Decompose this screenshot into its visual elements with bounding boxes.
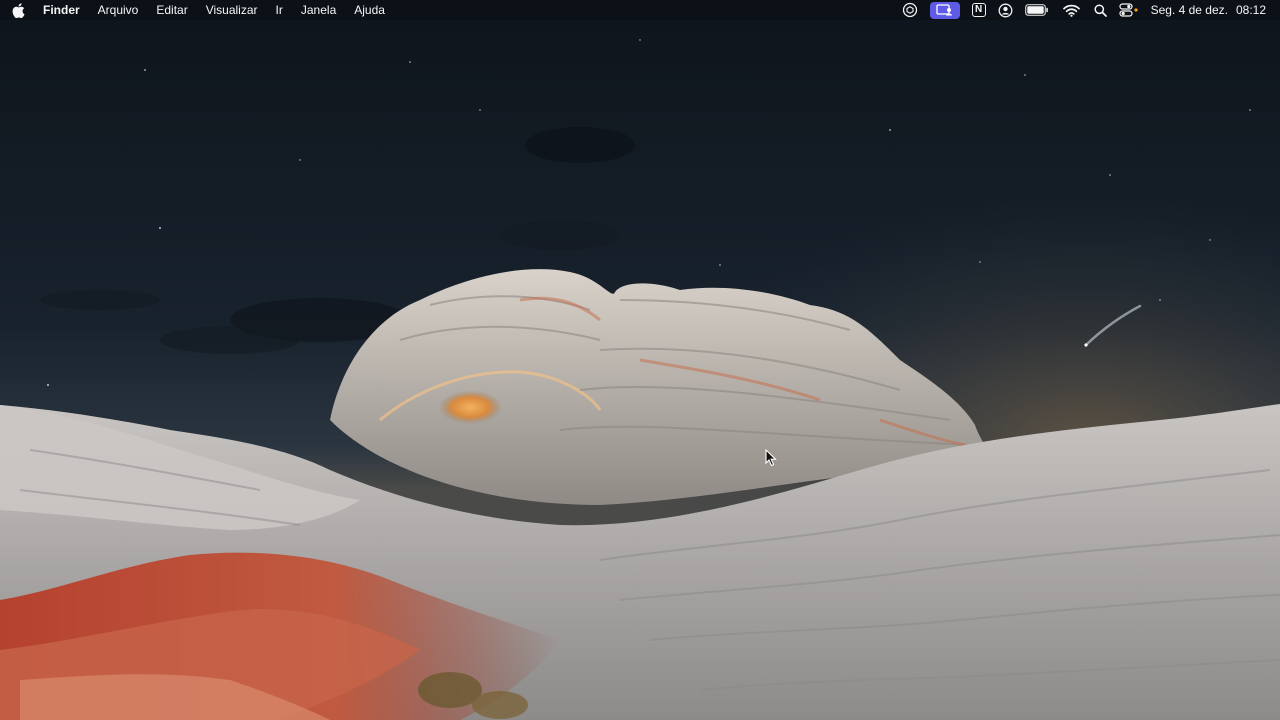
wifi-icon[interactable]	[1062, 4, 1080, 17]
apple-logo-icon[interactable]	[12, 2, 25, 18]
menu-bar-time[interactable]: 08:12	[1236, 3, 1266, 17]
menu-visualizar[interactable]: Visualizar	[206, 3, 258, 17]
menu-arquivo[interactable]: Arquivo	[98, 3, 139, 17]
mouse-cursor-icon	[765, 449, 777, 467]
menu-ajuda[interactable]: Ajuda	[354, 3, 385, 17]
desktop: Finder Arquivo Editar Visualizar Ir Jane…	[0, 0, 1280, 720]
menu-editar[interactable]: Editar	[156, 3, 187, 17]
menu-app-name[interactable]: Finder	[43, 3, 80, 17]
control-center-icon[interactable]	[1118, 3, 1139, 17]
battery-icon[interactable]	[1024, 4, 1049, 16]
wallpaper	[0, 0, 1280, 720]
chatgpt-icon[interactable]	[902, 2, 918, 18]
screen-share-icon[interactable]	[929, 1, 960, 19]
notion-icon[interactable]: N	[971, 3, 986, 17]
search-icon[interactable]	[1094, 3, 1107, 17]
menu-bar-right: N Seg. 4 de dez. 08:12	[890, 0, 1266, 20]
menu-ir[interactable]: Ir	[276, 3, 283, 17]
menu-bar-left: Finder Arquivo Editar Visualizar Ir Jane…	[0, 0, 403, 20]
menu-bar: Finder Arquivo Editar Visualizar Ir Jane…	[0, 0, 1280, 20]
user-account-icon[interactable]	[998, 3, 1013, 18]
menu-janela[interactable]: Janela	[301, 3, 336, 17]
menu-bar-date[interactable]: Seg. 4 de dez.	[1151, 3, 1228, 17]
